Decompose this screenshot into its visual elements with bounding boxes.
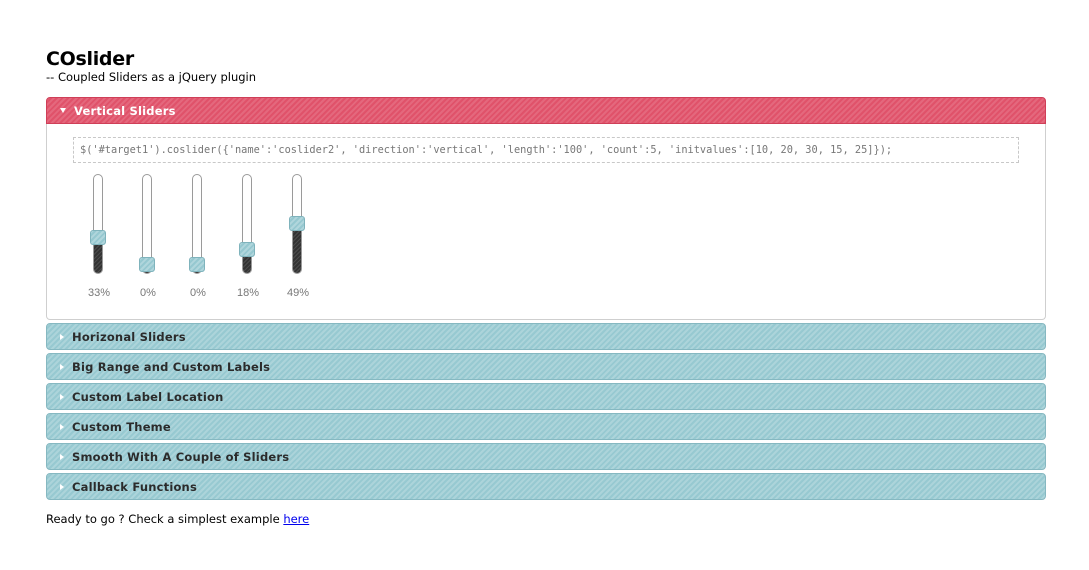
accordion-header-horizonal-sliders[interactable]: Horizonal Sliders [46, 323, 1046, 350]
slider-handle[interactable] [189, 257, 205, 272]
caret-down-icon [60, 108, 66, 113]
slider-track[interactable] [242, 174, 252, 274]
caret-right-icon [60, 453, 64, 460]
slider-value-label: 0% [140, 287, 156, 299]
vertical-slider: 18% [233, 174, 263, 302]
slider-value-label: 0% [190, 287, 206, 299]
caret-right-icon [60, 363, 64, 370]
accordion-header-big-range[interactable]: Big Range and Custom Labels [46, 353, 1046, 380]
slider-value-label: 18% [236, 287, 260, 299]
slider-value-label: 49% [286, 287, 310, 299]
accordion-header-callback-functions[interactable]: Callback Functions [46, 473, 1046, 500]
vertical-slider: 33% [84, 174, 114, 302]
accordion-header-vertical-sliders[interactable]: Vertical Sliders [46, 97, 1046, 124]
page-subtitle: -- Coupled Sliders as a jQuery plugin [46, 70, 257, 84]
slider-handle[interactable] [90, 229, 106, 245]
slider-value-label: 33% [87, 287, 111, 299]
vertical-slider: 49% [283, 174, 313, 302]
accordion-header-custom-label-location[interactable]: Custom Label Location [46, 383, 1046, 410]
accordion-header-label: Vertical Sliders [74, 103, 176, 118]
accordion-header-label: Callback Functions [72, 479, 197, 494]
accordion-header-smooth-couple[interactable]: Smooth With A Couple of Sliders [46, 443, 1046, 470]
slider-track[interactable] [93, 174, 103, 274]
vertical-slider: 0% [133, 174, 163, 302]
caret-right-icon [60, 393, 64, 400]
slider-handle[interactable] [139, 257, 155, 272]
accordion-panel-vertical-sliders: $('#target1').coslider({'name':'coslider… [46, 124, 1046, 320]
accordion-header-label: Smooth With A Couple of Sliders [72, 449, 290, 464]
accordion: Vertical Sliders $('#target1').coslider(… [46, 97, 1046, 503]
accordion-header-label: Big Range and Custom Labels [72, 359, 271, 374]
vertical-slider: 0% [183, 174, 213, 302]
accordion-header-label: Custom Theme [72, 419, 171, 434]
page-title: COslider [46, 48, 134, 70]
code-example: $('#target1').coslider({'name':'coslider… [73, 137, 1019, 163]
footer-note: Ready to go ? Check a simplest example h… [46, 512, 309, 526]
accordion-header-label: Horizonal Sliders [72, 329, 186, 344]
footer-text: Ready to go ? Check a simplest example [46, 512, 284, 526]
slider-fill [293, 223, 301, 273]
caret-right-icon [60, 423, 64, 430]
caret-right-icon [60, 333, 64, 340]
slider-handle[interactable] [289, 216, 305, 232]
slider-handle[interactable] [239, 242, 255, 258]
accordion-header-label: Custom Label Location [72, 389, 224, 404]
caret-right-icon [60, 483, 64, 490]
here-link[interactable]: here [283, 512, 309, 526]
accordion-header-custom-theme[interactable]: Custom Theme [46, 413, 1046, 440]
